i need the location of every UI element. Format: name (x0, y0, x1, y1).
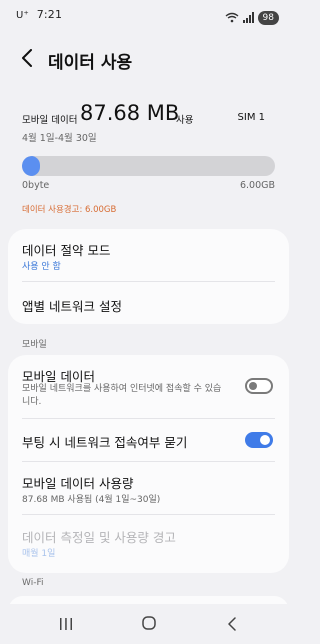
settings-card-mobile: 모바일 데이터 모바일 네트워크를 사용하여 인터넷에 접속할 수 있습니다. … (8, 355, 289, 573)
recent-apps-button[interactable] (54, 616, 78, 634)
section-header-wifi: Wi-Fi (22, 578, 44, 588)
usage-period: 4월 1일-4월 30일 (22, 133, 97, 144)
billing-cycle-item[interactable]: 데이터 측정일 및 사용량 경고 매월 1일 (8, 515, 289, 571)
bar-min-label: 0byte (22, 180, 50, 191)
mobile-data-toggle[interactable] (245, 378, 273, 394)
status-left: U⁺ 7:21 (16, 8, 62, 21)
mobile-data-usage-sub: 87.68 MB 사용됨 (4월 1일~30일) (22, 495, 161, 505)
data-saver-title: 데이터 절약 모드 (22, 243, 111, 258)
mobile-data-desc: 모바일 네트워크를 사용하여 인터넷에 접속할 수 있습니다. (22, 384, 222, 407)
data-saver-item[interactable]: 데이터 절약 모드 사용 안 함 (8, 229, 289, 279)
nav-back-button[interactable] (220, 616, 244, 634)
navigation-bar (0, 604, 297, 644)
billing-cycle-title: 데이터 측정일 및 사용량 경고 (22, 530, 176, 545)
recent-apps-icon (59, 616, 73, 635)
usage-progress-bar (22, 156, 275, 176)
toggle-knob (249, 382, 257, 390)
usage-warning-text: 데이터 사용경고: 6.00GB (22, 205, 117, 215)
boot-network-ask-toggle[interactable] (245, 432, 273, 448)
signal-icon (242, 8, 254, 27)
battery-indicator: 98 (257, 10, 279, 25)
usage-unit: 사용 (176, 115, 194, 126)
bar-max-label: 6.00GB (239, 180, 275, 191)
usage-amount: 87.68 MB (80, 101, 180, 125)
mobile-data-usage-item[interactable]: 모바일 데이터 사용량 87.68 MB 사용됨 (4월 1일~30일) (8, 462, 289, 514)
back-arrow-icon (21, 49, 33, 71)
data-usage-screen: U⁺ 7:21 98 데이터 사용 모바일 데이터 87.68 MB 사용 SI… (0, 0, 297, 644)
boot-network-ask-item[interactable]: 부팅 시 네트워크 접속여부 묻기 (8, 419, 289, 461)
status-time: 7:21 (36, 8, 63, 21)
status-right: 98 (225, 8, 279, 27)
sim-label: SIM 1 (237, 112, 265, 123)
section-header-mobile: 모바일 (22, 340, 47, 350)
settings-card-general: 데이터 절약 모드 사용 안 함 앱별 네트워크 설정 (8, 229, 289, 324)
usage-label: 모바일 데이터 (22, 115, 78, 126)
status-bar: U⁺ 7:21 98 (0, 0, 297, 30)
back-button[interactable] (14, 47, 40, 73)
billing-cycle-sub: 매월 1일 (22, 549, 56, 559)
toggle-knob (260, 435, 270, 445)
home-icon (141, 615, 157, 635)
app-network-settings-item[interactable]: 앱별 네트워크 설정 (8, 282, 289, 324)
mobile-data-item[interactable]: 모바일 데이터 모바일 네트워크를 사용하여 인터넷에 접속할 수 있습니다. (8, 355, 289, 417)
app-network-settings-title: 앱별 네트워크 설정 (22, 299, 122, 314)
home-button[interactable] (137, 616, 161, 634)
usage-progress-fill (22, 156, 40, 176)
data-saver-status: 사용 안 함 (22, 262, 61, 272)
wifi-icon (225, 8, 239, 27)
nav-back-icon (227, 616, 237, 635)
page-title: 데이터 사용 (48, 53, 133, 73)
carrier-label: U⁺ (16, 10, 29, 21)
boot-network-ask-title: 부팅 시 네트워크 접속여부 묻기 (22, 435, 188, 450)
mobile-data-usage-title: 모바일 데이터 사용량 (22, 476, 134, 491)
